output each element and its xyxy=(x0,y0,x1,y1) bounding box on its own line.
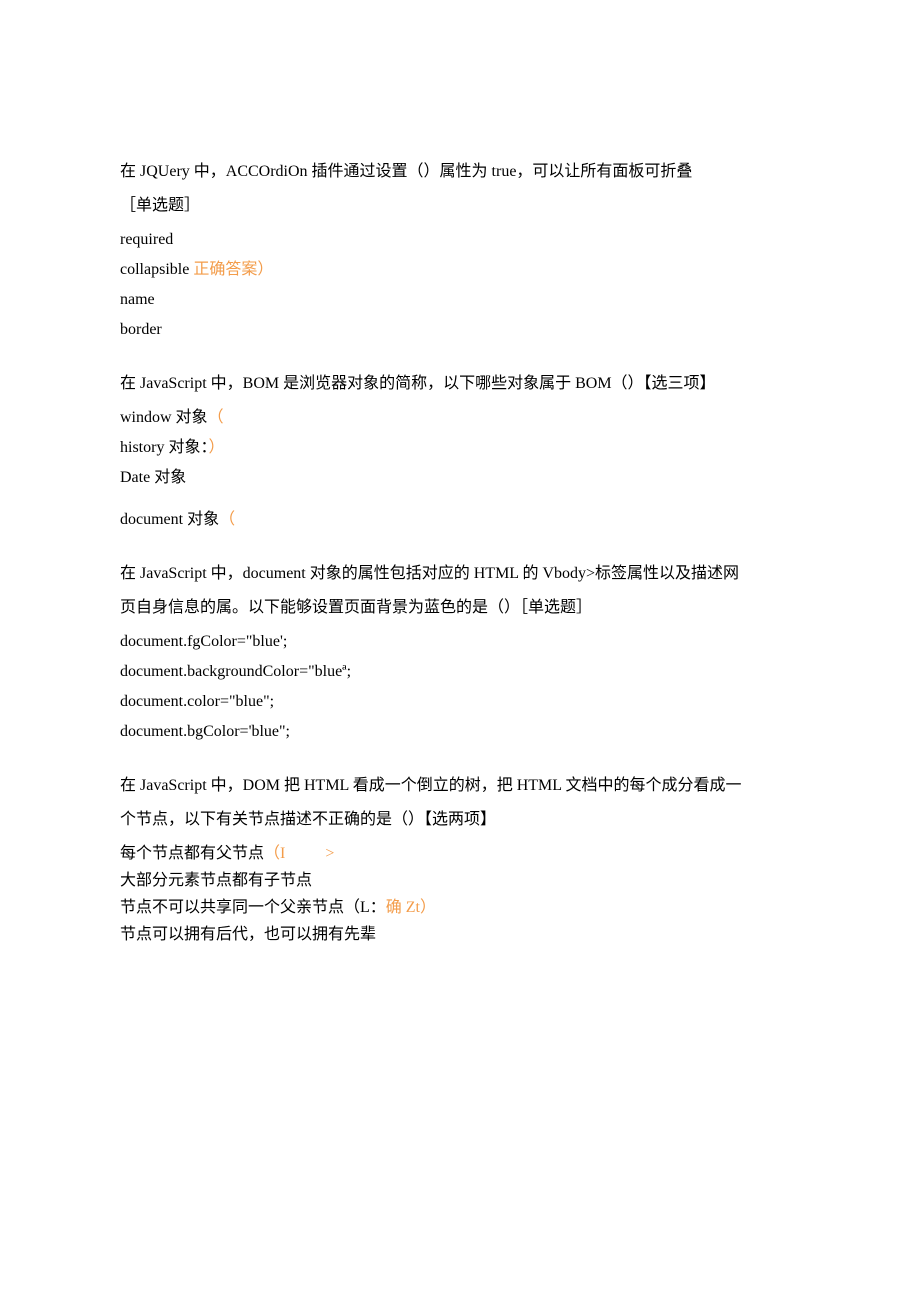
q4-option-c-text: 节点不可以共享同一个父亲节点（L： xyxy=(120,899,386,916)
q1-option-a: required xyxy=(120,228,800,252)
q3-stem-line1: 在 JavaScript 中，document 对象的属性包括对应的 HTML … xyxy=(120,562,800,586)
q2-option-a-text: window 对象 xyxy=(120,409,208,426)
q2-option-b-text: history 对象： xyxy=(120,439,208,456)
q3-option-d: document.bgColor='blue"; xyxy=(120,720,800,744)
q1-option-b: collapsible 正确答案） xyxy=(120,258,800,282)
question-3: 在 JavaScript 中，document 对象的属性包括对应的 HTML … xyxy=(120,562,800,744)
q3-option-c: document.color="blue"; xyxy=(120,690,800,714)
q1-stem-line2: ［单选题］ xyxy=(120,194,800,218)
q4-option-a-text: 每个节点都有父节点 xyxy=(120,845,264,862)
q2-option-d-mark: （ xyxy=(219,511,235,528)
q4-stem-line2: 个节点，以下有关节点描述不正确的是（）【选两项】 xyxy=(120,808,800,832)
q1-option-b-text: collapsible xyxy=(120,261,193,278)
q4-option-d: 节点可以拥有后代，也可以拥有先辈 xyxy=(120,923,800,947)
q3-option-a: document.fgColor="blue'; xyxy=(120,630,800,654)
q3-stem-line2: 页自身信息的属。以下能够设置页面背景为蓝色的是（）［单选题］ xyxy=(120,596,800,620)
q3-option-b: document.backgroundColor="blueª; xyxy=(120,660,800,684)
q2-option-d: document 对象（ xyxy=(120,508,800,532)
q2-option-a-mark: （ xyxy=(208,409,224,426)
q2-option-a: window 对象（ xyxy=(120,406,800,430)
q4-option-a-mark2: > xyxy=(325,845,334,862)
q2-option-b: history 对象：） xyxy=(120,436,800,460)
q1-option-c: name xyxy=(120,288,800,312)
q2-option-d-text: document 对象 xyxy=(120,511,219,528)
question-2: 在 JavaScript 中，BOM 是浏览器对象的简称，以下哪些对象属于 BO… xyxy=(120,372,800,532)
document-page: 在 JQUery 中，ACCOrdiOn 插件通过设置（）属性为 true，可以… xyxy=(0,0,920,1077)
question-1: 在 JQUery 中，ACCOrdiOn 插件通过设置（）属性为 true，可以… xyxy=(120,160,800,342)
q1-option-d: border xyxy=(120,318,800,342)
q1-option-b-answer: 正确答案） xyxy=(193,261,273,278)
q4-option-b: 大部分元素节点都有子节点 xyxy=(120,869,800,893)
q1-stem-line1: 在 JQUery 中，ACCOrdiOn 插件通过设置（）属性为 true，可以… xyxy=(120,160,800,184)
q4-option-a-mark1: （I xyxy=(264,845,285,862)
q4-option-c: 节点不可以共享同一个父亲节点（L：确 Zt） xyxy=(120,896,800,920)
q4-option-a: 每个节点都有父节点（I > xyxy=(120,842,800,866)
q2-option-b-mark: ） xyxy=(208,439,224,456)
q4-stem-line1: 在 JavaScript 中，DOM 把 HTML 看成一个倒立的树，把 HTM… xyxy=(120,774,800,798)
q2-stem: 在 JavaScript 中，BOM 是浏览器对象的简称，以下哪些对象属于 BO… xyxy=(120,372,800,396)
q4-option-c-mark: 确 Zt） xyxy=(386,899,436,916)
q2-option-c: Date 对象 xyxy=(120,466,800,490)
question-4: 在 JavaScript 中，DOM 把 HTML 看成一个倒立的树，把 HTM… xyxy=(120,774,800,947)
